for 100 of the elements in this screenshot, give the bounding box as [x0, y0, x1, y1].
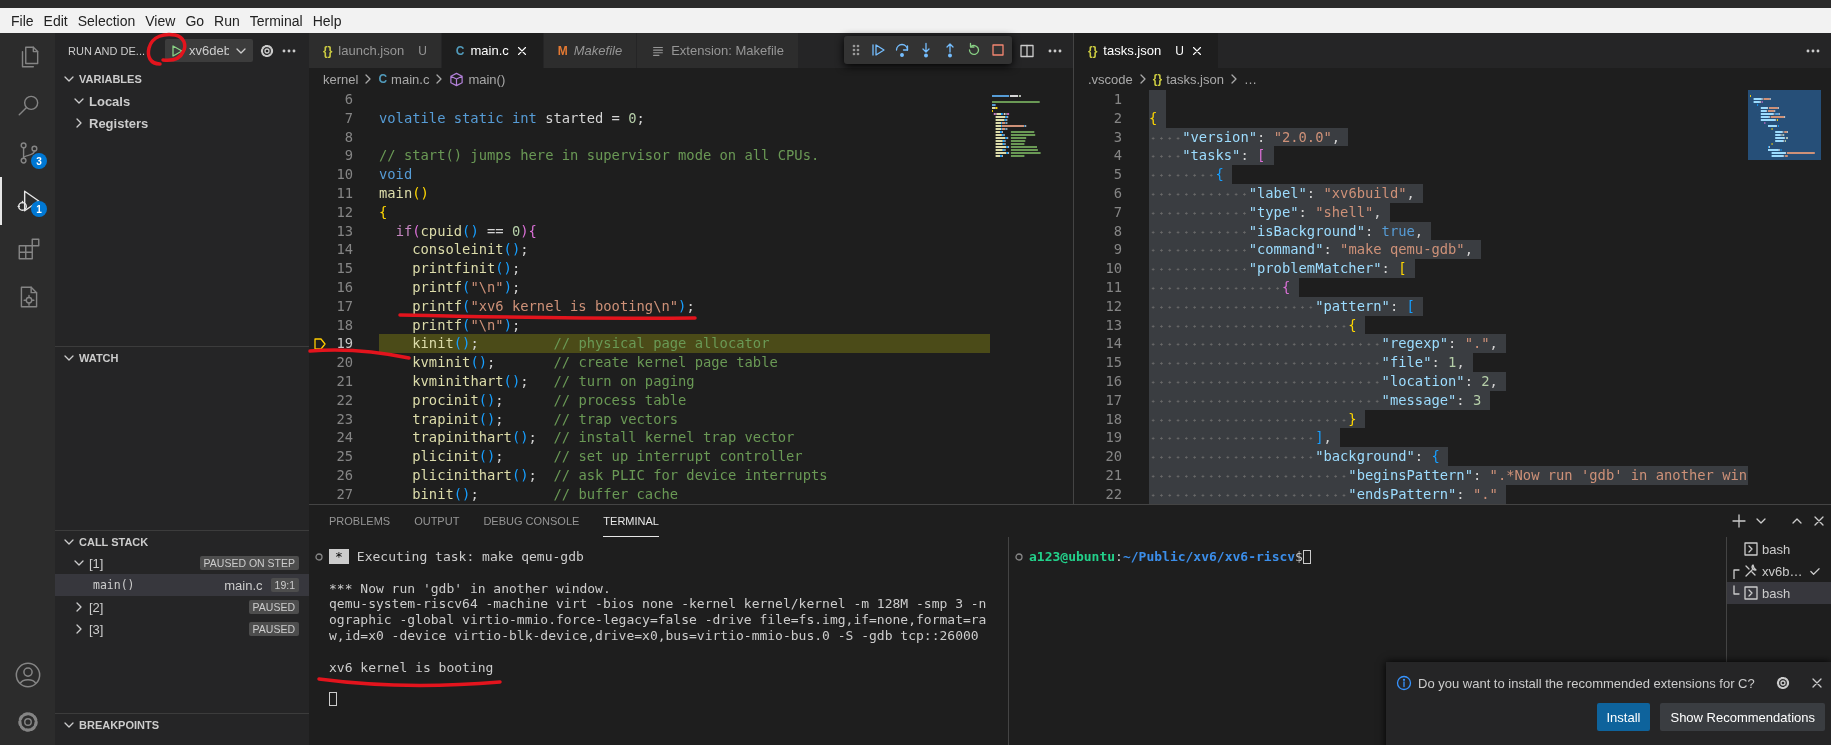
- stop-icon[interactable]: [990, 42, 1006, 58]
- section-header[interactable]: BREAKPOINTS: [55, 713, 309, 735]
- info-icon: [1396, 675, 1412, 691]
- panel-tab[interactable]: OUTPUT: [414, 505, 460, 537]
- section-header[interactable]: WATCH: [55, 346, 309, 368]
- recommendations-button[interactable]: Show Recommendations: [1660, 703, 1825, 731]
- call-stack-row[interactable]: [2] PAUSED: [55, 596, 309, 618]
- status-badge: PAUSED: [248, 600, 299, 614]
- line-number: 15: [335, 259, 353, 278]
- terminal-icon: [1743, 541, 1759, 557]
- plus-icon[interactable]: [1731, 513, 1747, 529]
- code-line: volatile static int started = 0;: [379, 108, 645, 128]
- debug-pointer-icon: [313, 336, 327, 351]
- line-number: 7: [343, 108, 353, 128]
- panel-tab[interactable]: DEBUG CONSOLE: [483, 505, 580, 537]
- call-stack-row[interactable]: main() main.c 19:1: [55, 574, 309, 596]
- install-button[interactable]: Install: [1596, 703, 1651, 731]
- menu-item[interactable]: Edit: [38, 12, 73, 29]
- badge: 3: [31, 153, 47, 169]
- tools-icon: [1743, 563, 1759, 579]
- terminal-list-item[interactable]: bash: [1727, 582, 1831, 604]
- code-line: trapinit(); // trap vectors: [411, 409, 679, 429]
- line-number: 17: [1104, 390, 1122, 410]
- menu-item[interactable]: File: [6, 12, 39, 29]
- line-number: 5: [1112, 165, 1122, 184]
- terminal-list-item[interactable]: bash: [1727, 538, 1831, 560]
- editor-tab[interactable]: Extension: Makefile: [637, 33, 799, 68]
- line-number: 14: [1104, 334, 1122, 354]
- panel-tab[interactable]: PROBLEMS: [329, 505, 391, 537]
- editor-tab[interactable]: {} launch.json U: [309, 33, 442, 68]
- frame-name: main(): [93, 578, 135, 592]
- line-number: 8: [1112, 221, 1122, 241]
- editor-tab[interactable]: C main.c: [441, 33, 544, 68]
- menu-item[interactable]: Run: [209, 12, 245, 29]
- line-number: 11: [335, 184, 353, 203]
- position-badge: 19:1: [270, 578, 299, 592]
- line-number: 3: [1112, 127, 1122, 147]
- code-line: kvminithart(); // turn on paging: [411, 371, 695, 391]
- line-number: 21: [335, 371, 353, 391]
- code-line: plicinithart(); // ask PLIC for device interrupts: [411, 465, 828, 485]
- breadcrumb[interactable]: C main.c: [378, 71, 430, 87]
- code-line: printf("\n");: [411, 315, 521, 335]
- code-line: if(cpuid() == 0){: [394, 221, 537, 241]
- menu-item[interactable]: Selection: [72, 12, 141, 29]
- breadcrumb[interactable]: {} tasks.json: [1152, 71, 1224, 87]
- breadcrumb[interactable]: .vscode: [1088, 71, 1133, 87]
- editor-tab[interactable]: M Makefile: [543, 33, 638, 68]
- call-stack-row[interactable]: [1] PAUSED ON STEP: [55, 552, 309, 574]
- line-number: 15: [1104, 353, 1122, 372]
- line-number: 22: [1104, 484, 1122, 504]
- cube-icon: [449, 71, 465, 87]
- line-number: 9: [1112, 240, 1122, 260]
- line-number: 14: [335, 240, 353, 260]
- task-badge: *: [329, 549, 349, 565]
- gear-icon[interactable]: [1775, 675, 1791, 691]
- gear-icon[interactable]: [259, 42, 275, 59]
- panel-tab[interactable]: TERMINAL: [603, 505, 659, 537]
- line-number: 12: [335, 202, 353, 222]
- grip-icon[interactable]: [850, 42, 862, 58]
- thread-label: [2]: [89, 599, 104, 615]
- continue-icon[interactable]: [870, 42, 886, 58]
- section-header[interactable]: CALL STACK: [55, 530, 309, 552]
- minimap-drawing[interactable]: [1748, 90, 1821, 160]
- line-number: 2: [1112, 108, 1122, 128]
- line-number: 19: [1104, 428, 1122, 448]
- step-over-icon[interactable]: [894, 42, 910, 58]
- terminal-prompt: a123@ubuntu:~/Public/xv6/xv6-riscv$: [1029, 549, 1303, 565]
- menu-item[interactable]: View: [140, 12, 181, 29]
- menu-item[interactable]: Help: [307, 12, 347, 29]
- tree-item[interactable]: Registers: [55, 115, 149, 131]
- split-editor-icon[interactable]: [1019, 42, 1035, 59]
- line-number: 18: [335, 315, 353, 335]
- terminal-list-item[interactable]: xv6b…: [1727, 560, 1831, 582]
- terminal-line: Executing task: make qemu-gdb: [356, 549, 584, 565]
- menu-item[interactable]: Go: [180, 12, 210, 29]
- editor-tab[interactable]: {} tasks.json U: [1074, 33, 1219, 68]
- code-line: {: [379, 202, 388, 222]
- restart-icon[interactable]: [966, 42, 982, 58]
- line-number: 12: [1104, 296, 1122, 316]
- code-line: kinit(); // physical page allocator: [411, 334, 770, 354]
- line-number: 7: [1112, 202, 1122, 222]
- line-number: 6: [1112, 184, 1122, 203]
- section-header[interactable]: VARIABLES: [55, 68, 309, 90]
- circle-icon: [1015, 552, 1023, 561]
- activity-button[interactable]: 3: [0, 129, 55, 177]
- breadcrumb[interactable]: …: [1243, 71, 1257, 87]
- tree-item[interactable]: Locals: [55, 93, 131, 109]
- breadcrumb[interactable]: kernel: [323, 71, 359, 87]
- breadcrumb[interactable]: main(): [449, 71, 506, 87]
- account-icon[interactable]: [13, 660, 42, 689]
- terminal-line: ographic -global virtio-mmio.force-legacy=false -drive file=fs.img,if=none,format=ra: [329, 612, 987, 628]
- line-number: 20: [335, 353, 353, 372]
- code-line: main(): [379, 184, 429, 203]
- menu-item[interactable]: Terminal: [244, 12, 308, 29]
- line-number: 10: [1104, 259, 1122, 278]
- line-number: 6: [343, 90, 353, 109]
- line-number: 26: [335, 465, 353, 485]
- panel-title: RUN AND DE...: [68, 44, 145, 57]
- call-stack-row[interactable]: [3] PAUSED: [55, 618, 309, 640]
- code-line: void: [379, 165, 413, 184]
